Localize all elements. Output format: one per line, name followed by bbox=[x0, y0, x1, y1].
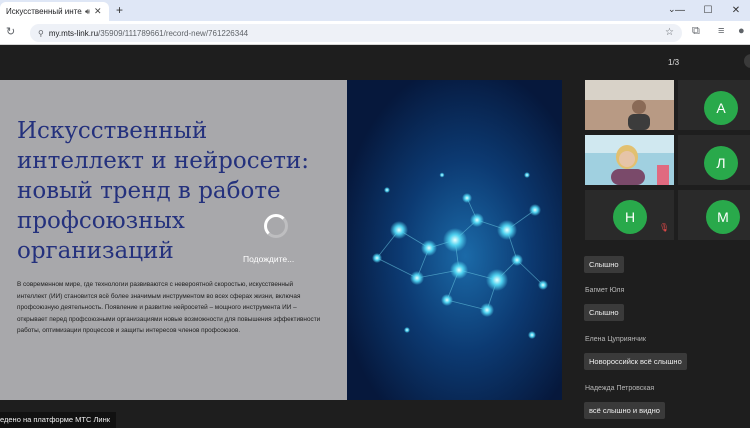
url-host: my.mts-link.ru bbox=[48, 28, 99, 38]
window-close-icon[interactable]: ✕ bbox=[722, 0, 750, 21]
chat-message: Новороссийск всё слышно bbox=[584, 353, 687, 370]
participant-avatar: Н bbox=[613, 200, 647, 234]
browser-tab[interactable]: Искусственный интеллект 🔊︎ ✕ bbox=[0, 2, 109, 21]
mic-muted-icon: 🎙︎ bbox=[659, 223, 670, 232]
bookmark-star-icon[interactable]: ☆ bbox=[665, 27, 674, 38]
site-info-icon[interactable]: ⚲ bbox=[38, 29, 44, 38]
slide-title: Искусственный интеллект и нейросети: нов… bbox=[17, 118, 310, 264]
profile-icon[interactable]: ● bbox=[738, 25, 745, 37]
reload-icon[interactable]: ↻ bbox=[6, 25, 15, 38]
slide-counter: 1/3 bbox=[668, 58, 680, 67]
participant-avatar: А bbox=[704, 91, 738, 125]
window-controls: — ☐ ✕ bbox=[666, 0, 750, 21]
chat-message: Слышно bbox=[584, 304, 624, 321]
participant-avatar: Л bbox=[704, 146, 738, 180]
participant-video-tile[interactable] bbox=[585, 80, 674, 130]
loading-spinner bbox=[264, 214, 288, 238]
participant-video-tile[interactable] bbox=[585, 135, 674, 185]
speaker-icon[interactable]: 🔊︎ bbox=[85, 7, 90, 17]
minimize-icon[interactable]: — bbox=[666, 0, 694, 21]
participant-tile[interactable]: Н 🎙︎ bbox=[585, 190, 674, 240]
loading-text: Подождите... bbox=[243, 254, 295, 264]
screen: Искусственный интеллект 🔊︎ ✕ + ⌄ — ☐ ✕ ↻… bbox=[0, 0, 750, 428]
chat-message: всё слышно и видно bbox=[584, 402, 665, 419]
slide-text-panel: Искусственный интеллект и нейросети: нов… bbox=[0, 80, 347, 400]
extensions-icon[interactable]: ⧉ bbox=[692, 25, 700, 38]
tab-title: Искусственный интеллект bbox=[6, 7, 82, 16]
chat-author: Надежда Петровская bbox=[585, 385, 655, 392]
participant-tile[interactable]: М bbox=[678, 190, 750, 240]
chat-author: Елена Цуприянчик bbox=[585, 336, 646, 343]
participant-tile[interactable]: Л bbox=[678, 135, 750, 185]
url-path: /35909/111789661/record-new/761226344 bbox=[98, 28, 249, 38]
maximize-icon[interactable]: ☐ bbox=[694, 0, 722, 21]
browser-toolbar: ↻ ⚲ my.mts-link.ru /35909/111789661/reco… bbox=[0, 21, 750, 45]
chat-message: Слышно bbox=[584, 256, 624, 273]
new-tab-button[interactable]: + bbox=[116, 3, 123, 17]
close-icon[interactable]: ✕ bbox=[94, 6, 102, 17]
reading-list-icon[interactable]: ≡ bbox=[718, 25, 724, 37]
chat-author: Багмет Юля bbox=[585, 287, 625, 294]
participant-avatar: М bbox=[706, 200, 740, 234]
participant-tile[interactable]: А bbox=[678, 80, 750, 130]
webinar-player: 1/3 Искусственный интеллект и нейросети:… bbox=[0, 45, 750, 428]
address-bar[interactable]: ⚲ my.mts-link.ru /35909/111789661/record… bbox=[30, 24, 682, 42]
browser-tab-bar: Искусственный интеллект 🔊︎ ✕ + ⌄ — ☐ ✕ bbox=[0, 0, 750, 21]
slide-body-text: В современном мире, где технологии разви… bbox=[17, 281, 321, 335]
side-panel-button[interactable] bbox=[744, 54, 750, 68]
platform-credit-label: едено на платформе МТС Линк bbox=[0, 412, 117, 428]
neural-network-image bbox=[347, 80, 562, 400]
presentation-slide: Искусственный интеллект и нейросети: нов… bbox=[0, 80, 562, 400]
